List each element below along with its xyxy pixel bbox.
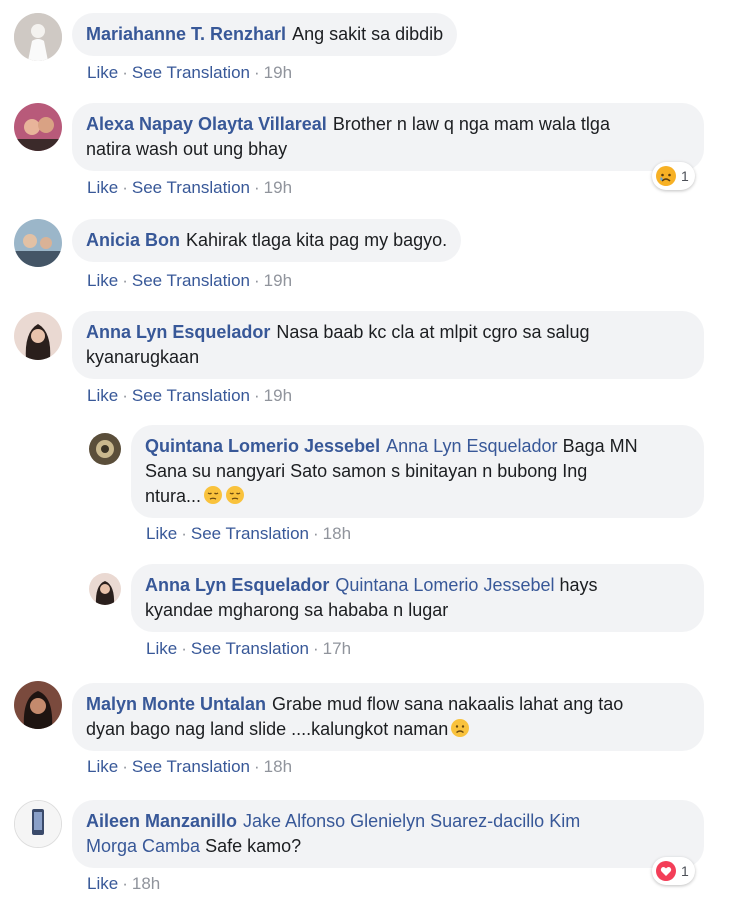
avatar[interactable] [14, 13, 62, 61]
like-link[interactable]: Like [87, 874, 118, 893]
timestamp[interactable]: 18h [264, 757, 292, 776]
comment-text-line2: dyan bago nag land slide ....kalungkot n… [86, 719, 449, 739]
comment-text-line2: Sana su nangyari Sato samon s binitayan … [145, 461, 588, 481]
avatar[interactable] [14, 103, 62, 151]
timestamp[interactable]: 19h [264, 386, 292, 405]
comment-actions: Like · 18h [87, 874, 161, 893]
like-link[interactable]: Like [87, 386, 118, 405]
mention-link-line2[interactable]: Morga Camba [86, 836, 200, 856]
avatar[interactable] [89, 433, 121, 465]
timestamp[interactable]: 19h [264, 271, 292, 290]
heart-icon [655, 860, 677, 882]
comment-actions: Like · See Translation · 19h [87, 386, 293, 405]
comment-actions: Like · See Translation · 19h [87, 63, 293, 82]
comment-actions: Like · See Translation · 19h [87, 271, 293, 290]
avatar[interactable] [14, 312, 62, 360]
reaction-badge[interactable]: 1 [652, 857, 695, 885]
reply-bubble: Quintana Lomerio Jessebel Anna Lyn Esquel… [131, 425, 704, 518]
avatar[interactable] [14, 681, 62, 729]
comment-text: Grabe mud flow sana nakaalis lahat ang t… [272, 694, 624, 714]
like-link[interactable]: Like [87, 757, 118, 776]
comment-bubble: Mariahanne T. Renzharl Ang sakit sa dibdi… [72, 13, 458, 56]
avatar[interactable] [89, 573, 121, 605]
reaction-badge[interactable]: 1 [652, 162, 695, 190]
comment-text: Nasa baab kc cla at mlpit cgro sa salug [276, 322, 590, 342]
disappointed-face-icon [450, 718, 470, 738]
timestamp[interactable]: 19h [264, 178, 292, 197]
comment-text-line2: natira wash out ung bhay [86, 139, 288, 159]
comment-actions: Like · See Translation · 19h [87, 178, 293, 197]
mention-link[interactable]: Jake Alfonso Glenielyn Suarez-dacillo Ki… [243, 811, 580, 831]
comment-text: Baga MN [562, 436, 638, 456]
see-translation-link[interactable]: See Translation [191, 639, 309, 658]
comment-bubble: Anicia Bon Kahirak tlaga kita pag my bagy… [72, 219, 462, 262]
commenter-name[interactable]: Anicia Bon [86, 230, 180, 250]
timestamp[interactable]: 19h [264, 63, 292, 82]
see-translation-link[interactable]: See Translation [132, 271, 250, 290]
comment-text: hays [559, 575, 598, 595]
timestamp[interactable]: 18h [132, 874, 160, 893]
comment-bubble: Anna Lyn Esquelador Nasa baab kc cla at m… [72, 311, 704, 379]
see-translation-link[interactable]: See Translation [132, 757, 250, 776]
see-translation-link[interactable]: See Translation [132, 386, 250, 405]
comment-bubble: Alexa Napay Olayta Villareal Brother n la… [72, 103, 704, 171]
comment-text: Ang sakit sa dibdib [292, 24, 444, 44]
mention-link[interactable]: Quintana Lomerio Jessebel [335, 575, 554, 595]
pensive-face-icon [225, 485, 245, 505]
like-link[interactable]: Like [87, 178, 118, 197]
comment-text-line3: ntura... [145, 486, 202, 506]
like-link[interactable]: Like [87, 63, 118, 82]
commenter-name[interactable]: Quintana Lomerio Jessebel [145, 436, 380, 456]
comment-text: Safe kamo? [205, 836, 302, 856]
reaction-count: 1 [681, 168, 689, 184]
avatar[interactable] [14, 800, 62, 848]
comment-actions: Like · See Translation · 18h [146, 524, 352, 543]
commenter-name[interactable]: Anna Lyn Esquelador [86, 322, 270, 342]
comment-actions: Like · See Translation · 18h [87, 757, 293, 776]
comment-text: Brother n law q nga mam wala tlga [332, 114, 610, 134]
pensive-face-icon [203, 485, 223, 505]
like-link[interactable]: Like [146, 524, 177, 543]
reaction-count: 1 [681, 863, 689, 879]
see-translation-link[interactable]: See Translation [132, 63, 250, 82]
comment-text-line2: kyandae mgharong sa hababa n lugar [145, 600, 449, 620]
comment-text-line2: kyanarugkaan [86, 347, 200, 367]
see-translation-link[interactable]: See Translation [191, 524, 309, 543]
comment-actions: Like · See Translation · 17h [146, 639, 352, 658]
see-translation-link[interactable]: See Translation [132, 178, 250, 197]
reply-bubble: Anna Lyn Esquelador Quintana Lomerio Jess… [131, 564, 704, 632]
like-link[interactable]: Like [87, 271, 118, 290]
commenter-name[interactable]: Aileen Manzanillo [86, 811, 237, 831]
sad-face-icon [655, 165, 677, 187]
commenter-name[interactable]: Alexa Napay Olayta Villareal [86, 114, 327, 134]
commenter-name[interactable]: Anna Lyn Esquelador [145, 575, 329, 595]
comment-text: Kahirak tlaga kita pag my bagyo. [186, 230, 448, 250]
timestamp[interactable]: 17h [323, 639, 351, 658]
like-link[interactable]: Like [146, 639, 177, 658]
avatar[interactable] [14, 219, 62, 267]
timestamp[interactable]: 18h [323, 524, 351, 543]
mention-link[interactable]: Anna Lyn Esquelador [386, 436, 557, 456]
commenter-name[interactable]: Mariahanne T. Renzharl [86, 24, 286, 44]
comment-bubble: Aileen Manzanillo Jake Alfonso Glenielyn … [72, 800, 704, 868]
comment-bubble: Malyn Monte Untalan Grabe mud flow sana n… [72, 683, 704, 751]
commenter-name[interactable]: Malyn Monte Untalan [86, 694, 266, 714]
